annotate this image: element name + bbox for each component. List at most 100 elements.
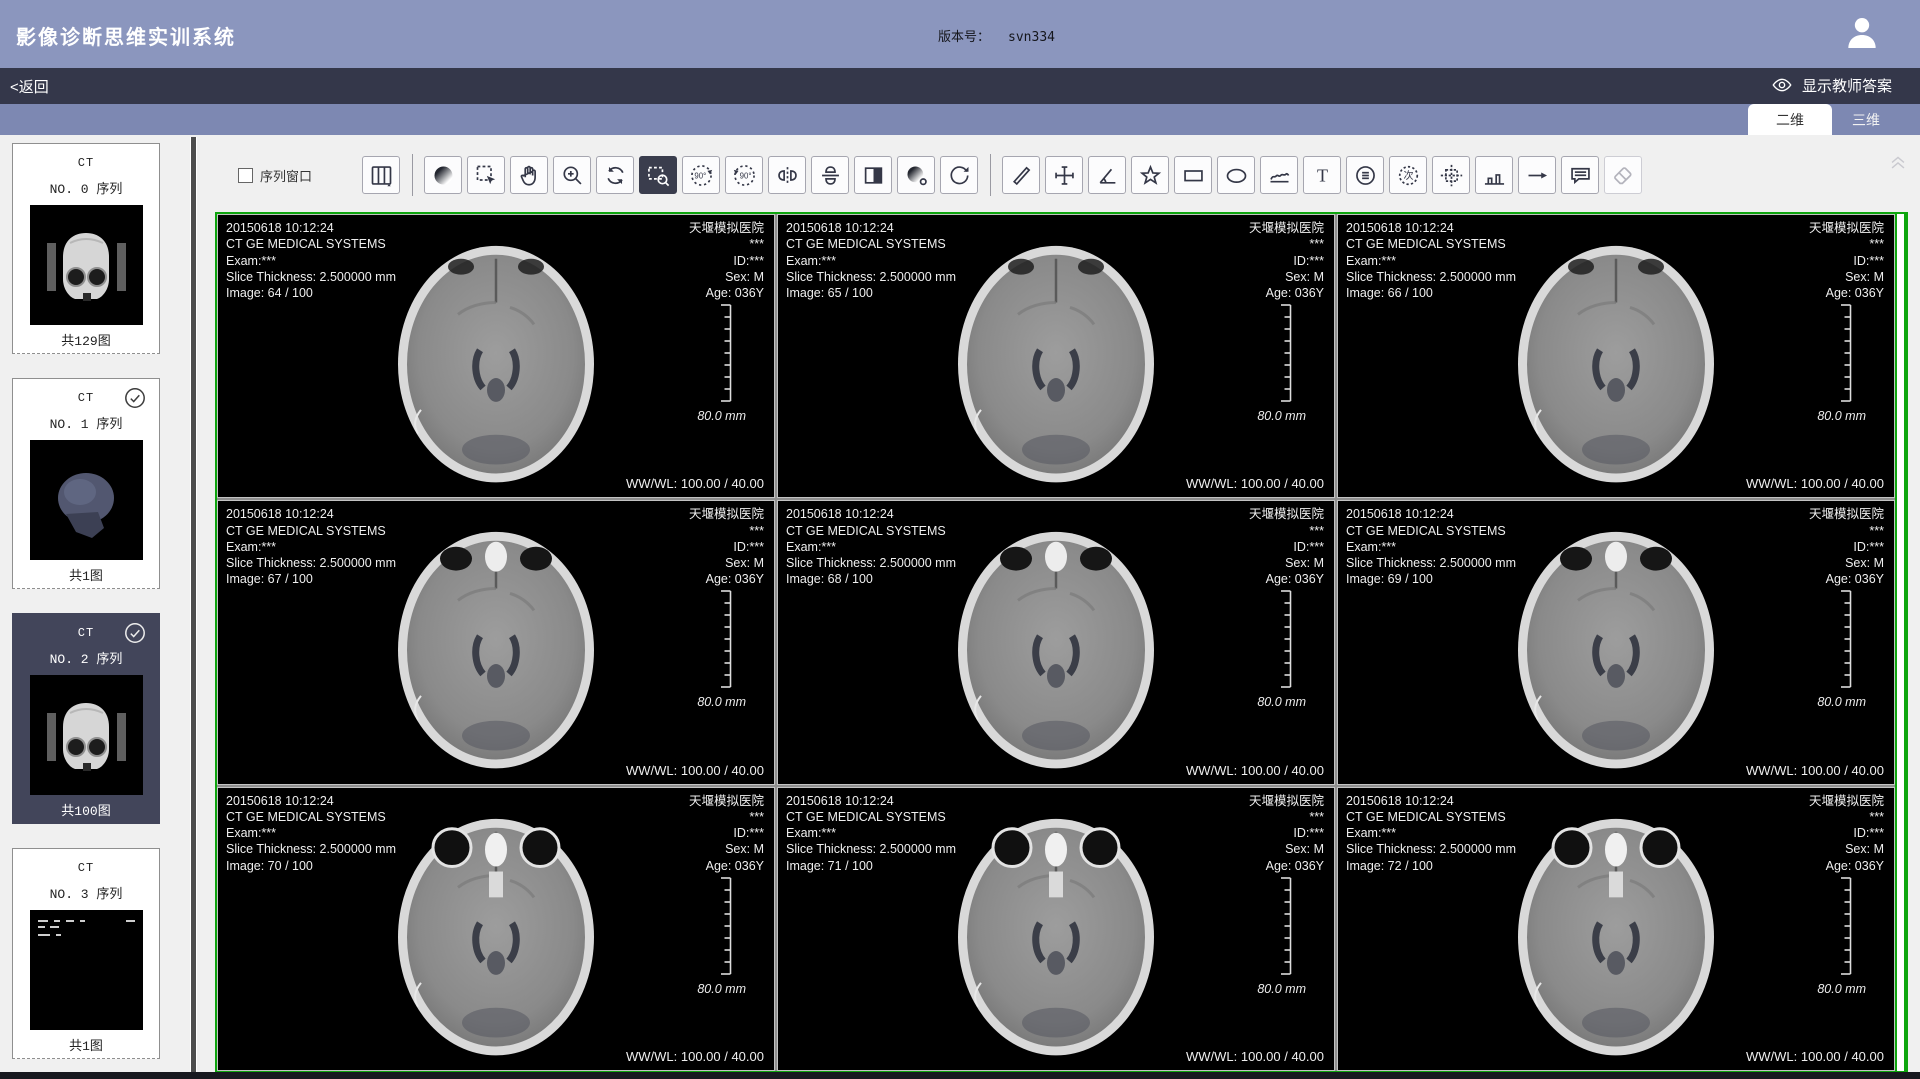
- angle-measure-button[interactable]: [1088, 156, 1126, 194]
- cell-hospital: 天堰模拟医院: [1249, 506, 1324, 522]
- sidebar-series-card-1[interactable]: CTNO. 1 序列共1图: [12, 378, 160, 589]
- cell-exam: Exam:***: [786, 825, 956, 841]
- comment-button[interactable]: [1561, 156, 1599, 194]
- cell-sex: Sex: M: [1809, 555, 1884, 571]
- back-button[interactable]: <返回: [10, 76, 49, 97]
- cell-exam: Exam:***: [226, 539, 396, 555]
- cell-datetime: 20150618 10:12:24: [226, 793, 396, 809]
- scale-ruler-icon: [1278, 876, 1294, 976]
- viewer-cell-9[interactable]: 20150618 10:12:24CT GE MEDICAL SYSTEMSEx…: [1337, 787, 1895, 1071]
- cell-age: Age: 036Y: [1809, 571, 1884, 587]
- viewer-cell-7[interactable]: 20150618 10:12:24CT GE MEDICAL SYSTEMSEx…: [217, 787, 775, 1071]
- cell-age: Age: 036Y: [1249, 571, 1324, 587]
- viewer-cell-1[interactable]: 20150618 10:12:24CT GE MEDICAL SYSTEMSEx…: [217, 214, 775, 498]
- polygon-measure-button[interactable]: [1131, 156, 1169, 194]
- cell-scale-label: 80.0 mm: [1257, 695, 1306, 709]
- viewer-cell-2[interactable]: 20150618 10:12:24CT GE MEDICAL SYSTEMSEx…: [777, 214, 1335, 498]
- cine-count-button[interactable]: 次: [1389, 156, 1427, 194]
- svg-text:90°: 90°: [694, 171, 706, 180]
- cell-hospital: 天堰模拟医院: [689, 506, 764, 522]
- layout-button[interactable]: [362, 156, 400, 194]
- cell-scale-label: 80.0 mm: [1257, 409, 1306, 423]
- eraser-button[interactable]: [1604, 156, 1642, 194]
- sidebar-scrollbar-thumb[interactable]: [191, 137, 196, 1073]
- flip-vertical-button[interactable]: [811, 156, 849, 194]
- eye-icon: [1771, 74, 1793, 96]
- flip-horizontal-button[interactable]: [768, 156, 806, 194]
- viewer-cell-3[interactable]: 20150618 10:12:24CT GE MEDICAL SYSTEMSEx…: [1337, 214, 1895, 498]
- sidebar-series-card-3[interactable]: CTNO. 3 序列共1图: [12, 848, 160, 1059]
- rotate-90-ccw-icon: 90°: [688, 162, 715, 189]
- cell-patient-id: ID:***: [1249, 825, 1324, 841]
- cell-window-level: WW/WL: 100.00 / 40.00: [1746, 1049, 1884, 1064]
- sidebar-series-card-0[interactable]: CTNO. 0 序列共129图: [12, 143, 160, 354]
- rotate-free-button[interactable]: [596, 156, 634, 194]
- text-annotation-button[interactable]: T: [1303, 156, 1341, 194]
- cell-overlay-right: 天堰模拟医院***ID:***Sex: MAge: 036Y: [1809, 506, 1884, 587]
- crosshair-icon: [1051, 162, 1078, 189]
- localizer-button[interactable]: [1432, 156, 1470, 194]
- pan-button[interactable]: [510, 156, 548, 194]
- viewer-container: 20150618 10:12:24CT GE MEDICAL SYSTEMSEx…: [215, 212, 1908, 1073]
- window-level-button[interactable]: [424, 156, 462, 194]
- cell-manufacturer: CT GE MEDICAL SYSTEMS: [226, 523, 396, 539]
- reset-button[interactable]: [940, 156, 978, 194]
- cell-age: Age: 036Y: [1809, 858, 1884, 874]
- select-button[interactable]: [467, 156, 505, 194]
- cell-scale-label: 80.0 mm: [697, 982, 746, 996]
- rect-roi-button[interactable]: [1174, 156, 1212, 194]
- viewer-cell-6[interactable]: 20150618 10:12:24CT GE MEDICAL SYSTEMSEx…: [1337, 500, 1895, 784]
- cell-overlay-left: 20150618 10:12:24CT GE MEDICAL SYSTEMSEx…: [1346, 220, 1516, 301]
- cell-window-level: WW/WL: 100.00 / 40.00: [1186, 476, 1324, 491]
- arrow-annotation-button[interactable]: [1518, 156, 1556, 194]
- annotation-list-button[interactable]: [1346, 156, 1384, 194]
- viewer-cell-5[interactable]: 20150618 10:12:24CT GE MEDICAL SYSTEMSEx…: [777, 500, 1335, 784]
- rotate-90-ccw-button[interactable]: 90°: [682, 156, 720, 194]
- toolbar-buttons: 90° 90° T 次: [362, 154, 1647, 196]
- series-window-checkbox[interactable]: [238, 168, 253, 183]
- cell-slice-thickness: Slice Thickness: 2.500000 mm: [1346, 269, 1516, 285]
- window-preset-button[interactable]: [897, 156, 935, 194]
- user-icon: [1842, 13, 1882, 53]
- toolbar-collapse-button[interactable]: [1887, 151, 1911, 175]
- sidebar-scrollbar[interactable]: [190, 137, 197, 1073]
- app-window: 影像诊断思维实训系统 版本号：svn334 <返回 显示教师答案 二维 三维 C…: [0, 0, 1920, 1079]
- length-measure-button[interactable]: [1002, 156, 1040, 194]
- invert-button[interactable]: [854, 156, 892, 194]
- show-teacher-answer-button[interactable]: 显示教师答案: [1771, 74, 1892, 96]
- viewer-toolbar: 序列窗口 90°90°T次: [238, 153, 1647, 197]
- zoom-in-button[interactable]: [553, 156, 591, 194]
- rotate-90-cw-button[interactable]: 90°: [725, 156, 763, 194]
- viewer-cell-4[interactable]: 20150618 10:12:24CT GE MEDICAL SYSTEMSEx…: [217, 500, 775, 784]
- cell-patient-id: ID:***: [1249, 253, 1324, 269]
- tab-2d[interactable]: 二维: [1748, 104, 1832, 135]
- cell-overlay-right: 天堰模拟医院***ID:***Sex: MAge: 036Y: [1809, 220, 1884, 301]
- curve-measure-button[interactable]: [1260, 156, 1298, 194]
- cell-stars: ***: [689, 523, 764, 539]
- series-thumbnail: [30, 205, 143, 325]
- invert-icon: [860, 162, 887, 189]
- cell-sex: Sex: M: [689, 555, 764, 571]
- crosshair-measure-button[interactable]: [1045, 156, 1083, 194]
- cell-stars: ***: [1249, 236, 1324, 252]
- cell-hospital: 天堰模拟医院: [1249, 220, 1324, 236]
- cell-datetime: 20150618 10:12:24: [1346, 793, 1516, 809]
- sidebar-series-card-2[interactable]: CTNO. 2 序列共100图: [12, 613, 160, 824]
- viewer-scrollbar[interactable]: [1895, 214, 1906, 1071]
- hand-icon: [516, 162, 543, 189]
- viewer-cell-8[interactable]: 20150618 10:12:24CT GE MEDICAL SYSTEMSEx…: [777, 787, 1335, 1071]
- check-circle-icon: [123, 621, 147, 645]
- ellipse-roi-button[interactable]: [1217, 156, 1255, 194]
- user-avatar-button[interactable]: [1842, 13, 1882, 53]
- series-modality: CT: [13, 156, 159, 170]
- region-zoom-button[interactable]: [639, 156, 677, 194]
- cell-slice-thickness: Slice Thickness: 2.500000 mm: [786, 841, 956, 857]
- app-title: 影像诊断思维实训系统: [16, 21, 236, 50]
- cell-sex: Sex: M: [1809, 269, 1884, 285]
- histogram-button[interactable]: [1475, 156, 1513, 194]
- cell-window-level: WW/WL: 100.00 / 40.00: [626, 1049, 764, 1064]
- window-preset-icon: [903, 162, 930, 189]
- tab-3d[interactable]: 三维: [1834, 104, 1898, 135]
- cell-scale-label: 80.0 mm: [697, 409, 746, 423]
- series-count: 共1图: [13, 1035, 159, 1054]
